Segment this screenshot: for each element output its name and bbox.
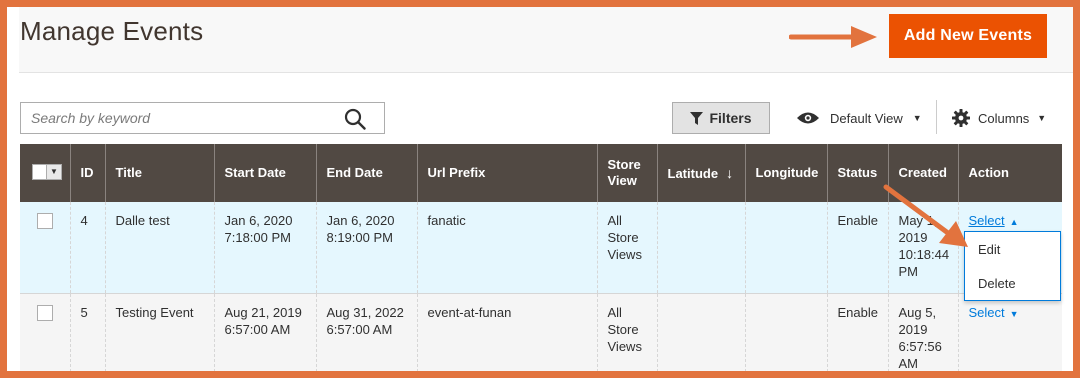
search-box: [20, 102, 385, 134]
cell-start-date: Aug 21, 2019 6:57:00 AM: [213, 293, 316, 371]
cell-id: 5: [69, 293, 105, 371]
col-store-view[interactable]: Store View: [596, 144, 657, 202]
toolbar-divider: [936, 100, 937, 134]
eye-icon: [797, 112, 819, 124]
columns-label: Columns: [978, 110, 1030, 126]
cell-created: Aug 5, 2019 6:57:56 AM: [887, 293, 958, 371]
col-action: Action: [957, 144, 1062, 202]
cell-id: 4: [69, 202, 105, 293]
cell-status: Enable: [826, 293, 888, 371]
gear-icon: [952, 109, 970, 127]
col-latitude[interactable]: Latitude ↓: [656, 144, 745, 202]
default-view-dropdown[interactable]: Default View ▼: [796, 102, 922, 134]
page-header: Manage Events Add New Events: [19, 7, 1073, 73]
cell-start-date: Jan 6, 2020 7:18:00 PM: [213, 202, 316, 293]
chevron-up-icon: ▲: [1009, 217, 1019, 227]
col-id[interactable]: ID: [69, 144, 105, 202]
col-longitude[interactable]: Longitude: [744, 144, 827, 202]
chevron-down-icon: ▼: [47, 164, 61, 179]
cell-url-prefix: event-at-funan: [416, 293, 597, 371]
page-frame: Manage Events Add New Events Filters Def…: [7, 7, 1073, 371]
action-menu: Edit Delete: [964, 231, 1061, 301]
action-menu-edit[interactable]: Edit: [965, 232, 1060, 266]
add-new-events-button[interactable]: Add New Events: [889, 14, 1047, 58]
search-icon[interactable]: [344, 108, 366, 130]
cell-store-view: All Store Views: [596, 293, 657, 371]
mass-select-header[interactable]: ▼: [20, 144, 70, 202]
cell-title: Dalle test: [104, 202, 214, 293]
events-grid: ▼ ID Title Start Date End Date Url Prefi…: [20, 144, 1062, 371]
col-status[interactable]: Status: [826, 144, 888, 202]
col-start-date[interactable]: Start Date: [213, 144, 316, 202]
action-menu-delete[interactable]: Delete: [965, 266, 1060, 300]
table-row: 5 Testing Event Aug 21, 2019 6:57:00 AM …: [20, 293, 1062, 371]
cell-latitude: [656, 202, 745, 293]
default-view-label: Default View: [830, 110, 903, 126]
cell-longitude: [744, 293, 827, 371]
cell-end-date: Jan 6, 2020 8:19:00 PM: [315, 202, 417, 293]
col-url-prefix[interactable]: Url Prefix: [416, 144, 597, 202]
mass-select-dropdown[interactable]: ▼: [32, 163, 62, 180]
cell-status: Enable: [826, 202, 888, 293]
columns-dropdown[interactable]: Columns ▼: [952, 102, 1046, 134]
filters-button[interactable]: Filters: [672, 102, 770, 134]
page-title: Manage Events: [20, 16, 204, 46]
filters-label: Filters: [709, 110, 752, 126]
col-end-date[interactable]: End Date: [315, 144, 417, 202]
row-checkbox[interactable]: [37, 304, 53, 321]
action-select-link[interactable]: Select: [969, 213, 1005, 228]
arrow-annotation-icon: [883, 184, 968, 247]
cell-end-date: Aug 31, 2022 6:57:00 AM: [315, 293, 417, 371]
cell-url-prefix: fanatic: [416, 202, 597, 293]
cell-title: Testing Event: [104, 293, 214, 371]
chevron-down-icon: ▼: [1009, 308, 1019, 319]
cell-latitude: [656, 293, 745, 371]
cell-longitude: [744, 202, 827, 293]
action-select-link[interactable]: Select: [969, 305, 1005, 320]
sort-arrow-icon: ↓: [726, 164, 734, 181]
chevron-down-icon: ▼: [1037, 113, 1047, 123]
col-latitude-label: Latitude: [667, 165, 719, 181]
col-title[interactable]: Title: [104, 144, 214, 202]
arrow-annotation-icon: [789, 26, 877, 48]
row-checkbox[interactable]: [37, 213, 53, 229]
cell-action: Select ▼: [957, 293, 1062, 371]
cell-store-view: All Store Views: [596, 202, 657, 293]
filter-icon: [690, 111, 704, 125]
chevron-down-icon: ▼: [912, 113, 922, 123]
search-input[interactable]: [21, 103, 321, 133]
